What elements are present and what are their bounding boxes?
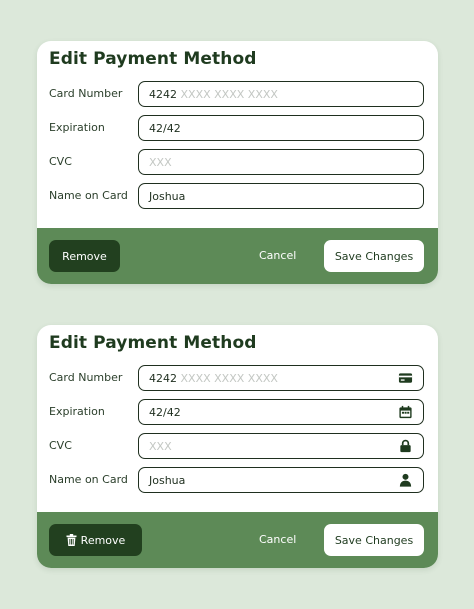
name-on-card-label: Name on Card [49, 473, 128, 486]
name-on-card-row: Name on Card Joshua [37, 183, 438, 209]
cvc-input[interactable]: XXX [138, 433, 424, 459]
save-changes-button[interactable]: Save Changes [324, 240, 424, 272]
expiration-label: Expiration [49, 405, 105, 418]
expiration-row: Expiration 42/42 [37, 399, 438, 425]
remove-button-label: Remove [80, 533, 126, 547]
expiration-input[interactable]: 42/42 [138, 115, 424, 141]
card-title: Edit Payment Method [49, 333, 257, 353]
name-on-card-value: Joshua [149, 474, 186, 487]
name-on-card-input[interactable]: Joshua [138, 467, 424, 493]
card-number-label: Card Number [49, 87, 123, 100]
expiration-row: Expiration 42/42 [37, 115, 438, 141]
credit-card-icon [398, 373, 413, 383]
cancel-button[interactable]: Cancel [259, 533, 296, 546]
card-title: Edit Payment Method [49, 49, 257, 69]
remove-button-label: Remove [62, 249, 107, 263]
card-footer: Remove Cancel Save Changes [37, 228, 438, 284]
cvc-label: CVC [49, 155, 72, 168]
card-number-placeholder: XXXX XXXX XXXX [180, 372, 278, 385]
expiration-value: 42/42 [149, 406, 181, 419]
card-number-label: Card Number [49, 371, 123, 384]
name-on-card-input[interactable]: Joshua [138, 183, 424, 209]
cvc-placeholder: XXX [149, 156, 172, 169]
expiration-value: 42/42 [149, 122, 181, 135]
remove-button[interactable]: Remove [49, 240, 120, 272]
remove-button[interactable]: Remove [49, 524, 142, 556]
card-footer: Remove Cancel Save Changes [37, 512, 438, 568]
card-number-row: Card Number 4242 XXXX XXXX XXXX [37, 365, 438, 391]
card-number-value: 4242 [149, 372, 181, 385]
cvc-label: CVC [49, 439, 72, 452]
expiration-label: Expiration [49, 121, 105, 134]
edit-payment-card-plain: Edit Payment Method Card Number 4242 XXX… [37, 41, 438, 284]
name-on-card-label: Name on Card [49, 189, 128, 202]
cvc-row: CVC XXX [37, 433, 438, 459]
cvc-row: CVC XXX [37, 149, 438, 175]
edit-payment-card-with-icons: Edit Payment Method Card Number 4242 XXX… [37, 325, 438, 568]
card-number-input[interactable]: 4242 XXXX XXXX XXXX [138, 81, 424, 107]
cancel-button[interactable]: Cancel [259, 249, 296, 262]
trash-icon [66, 534, 77, 546]
card-number-placeholder: XXXX XXXX XXXX [180, 88, 278, 101]
name-on-card-row: Name on Card Joshua [37, 467, 438, 493]
cvc-placeholder: XXX [149, 440, 172, 453]
save-changes-button[interactable]: Save Changes [324, 524, 424, 556]
card-number-input[interactable]: 4242 XXXX XXXX XXXX [138, 365, 424, 391]
name-on-card-value: Joshua [149, 190, 186, 203]
calendar-icon [399, 405, 412, 419]
card-number-value: 4242 [149, 88, 181, 101]
card-number-row: Card Number 4242 XXXX XXXX XXXX [37, 81, 438, 107]
user-icon [399, 473, 412, 487]
lock-icon [400, 439, 411, 453]
expiration-input[interactable]: 42/42 [138, 399, 424, 425]
cvc-input[interactable]: XXX [138, 149, 424, 175]
